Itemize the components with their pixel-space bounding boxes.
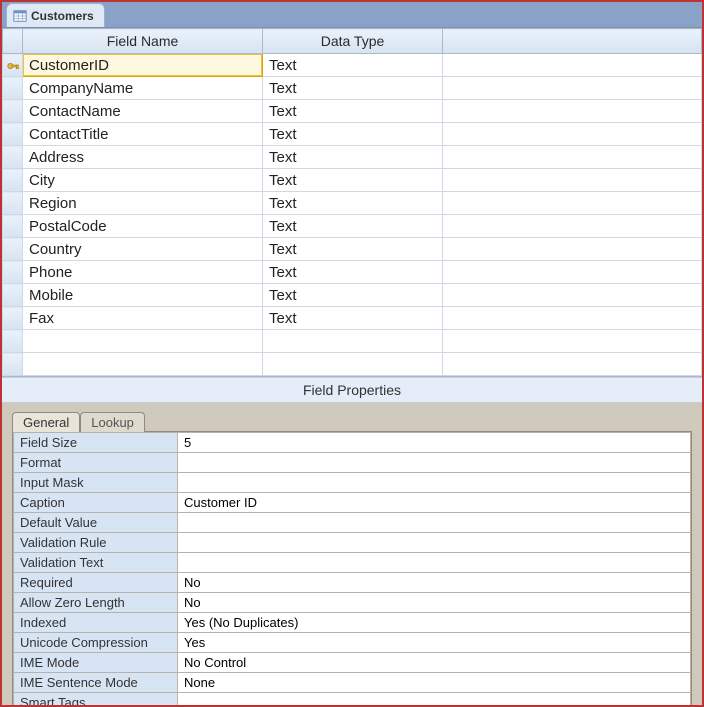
field-name-cell[interactable]: ContactName [23,100,263,123]
field-name-cell[interactable]: PostalCode [23,215,263,238]
data-type-cell[interactable]: Text [263,284,443,307]
fields-grid: Field Name Data Type CustomerIDTextCompa… [2,28,702,377]
data-type-cell[interactable]: Text [263,100,443,123]
description-cell[interactable] [443,100,702,123]
row-selector[interactable] [3,238,23,261]
property-name: Default Value [14,513,178,533]
field-name-cell[interactable]: Fax [23,307,263,330]
row-selector[interactable] [3,215,23,238]
data-type-cell[interactable]: Text [263,77,443,100]
property-name: Caption [14,493,178,513]
data-type-cell[interactable] [263,330,443,353]
data-type-cell[interactable]: Text [263,261,443,284]
row-selector[interactable] [3,169,23,192]
description-cell[interactable] [443,353,702,376]
description-cell[interactable] [443,215,702,238]
row-selector[interactable] [3,77,23,100]
property-name: Validation Rule [14,533,178,553]
field-properties-pane: General Lookup Field Size5FormatInput Ma… [2,403,702,705]
field-name-cell[interactable]: Mobile [23,284,263,307]
row-selector[interactable] [3,353,23,376]
subtab-general[interactable]: General [12,412,80,432]
property-value[interactable]: No [178,593,691,613]
property-name: IME Mode [14,653,178,673]
row-selector[interactable] [3,100,23,123]
property-name: Input Mask [14,473,178,493]
field-name-cell[interactable]: Address [23,146,263,169]
field-name-cell[interactable] [23,330,263,353]
property-value[interactable] [178,693,691,705]
row-selector-header[interactable] [3,29,23,54]
property-value[interactable] [178,553,691,573]
field-name-cell[interactable]: Country [23,238,263,261]
description-cell[interactable] [443,261,702,284]
property-name: Required [14,573,178,593]
primary-key-icon [6,57,20,71]
property-value[interactable]: 5 [178,433,691,453]
field-name-cell[interactable] [23,353,263,376]
field-name-cell[interactable]: Phone [23,261,263,284]
property-value[interactable]: No Control [178,653,691,673]
property-name: Validation Text [14,553,178,573]
property-name: Allow Zero Length [14,593,178,613]
row-selector[interactable] [3,284,23,307]
description-cell[interactable] [443,307,702,330]
property-value[interactable] [178,533,691,553]
description-cell[interactable] [443,284,702,307]
property-value[interactable]: No [178,573,691,593]
property-value[interactable]: Yes (No Duplicates) [178,613,691,633]
description-cell[interactable] [443,54,702,77]
description-cell[interactable] [443,192,702,215]
property-value[interactable] [178,453,691,473]
table-icon [13,9,27,23]
field-properties-header: Field Properties [2,377,702,403]
column-header-field-name[interactable]: Field Name [23,29,263,54]
row-selector[interactable] [3,54,23,77]
property-name: Smart Tags [14,693,178,705]
field-name-cell[interactable]: ContactTitle [23,123,263,146]
data-type-cell[interactable] [263,353,443,376]
property-value[interactable] [178,473,691,493]
row-selector[interactable] [3,307,23,330]
property-value[interactable]: None [178,673,691,693]
data-type-cell[interactable]: Text [263,238,443,261]
description-cell[interactable] [443,238,702,261]
data-type-cell[interactable]: Text [263,123,443,146]
property-name: Unicode Compression [14,633,178,653]
object-tab-label: Customers [31,9,94,23]
description-cell[interactable] [443,146,702,169]
row-selector[interactable] [3,146,23,169]
data-type-cell[interactable]: Text [263,54,443,77]
row-selector[interactable] [3,330,23,353]
description-cell[interactable] [443,77,702,100]
property-name: Field Size [14,433,178,453]
field-name-cell[interactable]: City [23,169,263,192]
column-header-data-type[interactable]: Data Type [263,29,443,54]
property-name: Format [14,453,178,473]
description-cell[interactable] [443,330,702,353]
field-name-cell[interactable]: Region [23,192,263,215]
description-cell[interactable] [443,169,702,192]
row-selector[interactable] [3,192,23,215]
field-name-cell[interactable]: CustomerID [23,54,263,77]
data-type-cell[interactable]: Text [263,215,443,238]
property-value[interactable]: Yes [178,633,691,653]
property-subtabs: General Lookup [12,411,692,431]
data-type-cell[interactable]: Text [263,307,443,330]
data-type-cell[interactable]: Text [263,169,443,192]
column-header-description[interactable] [443,29,702,54]
property-name: Indexed [14,613,178,633]
row-selector[interactable] [3,261,23,284]
property-value[interactable] [178,513,691,533]
row-selector[interactable] [3,123,23,146]
object-tabbar: Customers [2,2,702,28]
property-name: IME Sentence Mode [14,673,178,693]
field-name-cell[interactable]: CompanyName [23,77,263,100]
data-type-cell[interactable]: Text [263,192,443,215]
description-cell[interactable] [443,123,702,146]
subtab-lookup[interactable]: Lookup [80,412,145,432]
data-type-cell[interactable]: Text [263,146,443,169]
object-tab-customers[interactable]: Customers [6,3,105,27]
property-value[interactable]: Customer ID [178,493,691,513]
